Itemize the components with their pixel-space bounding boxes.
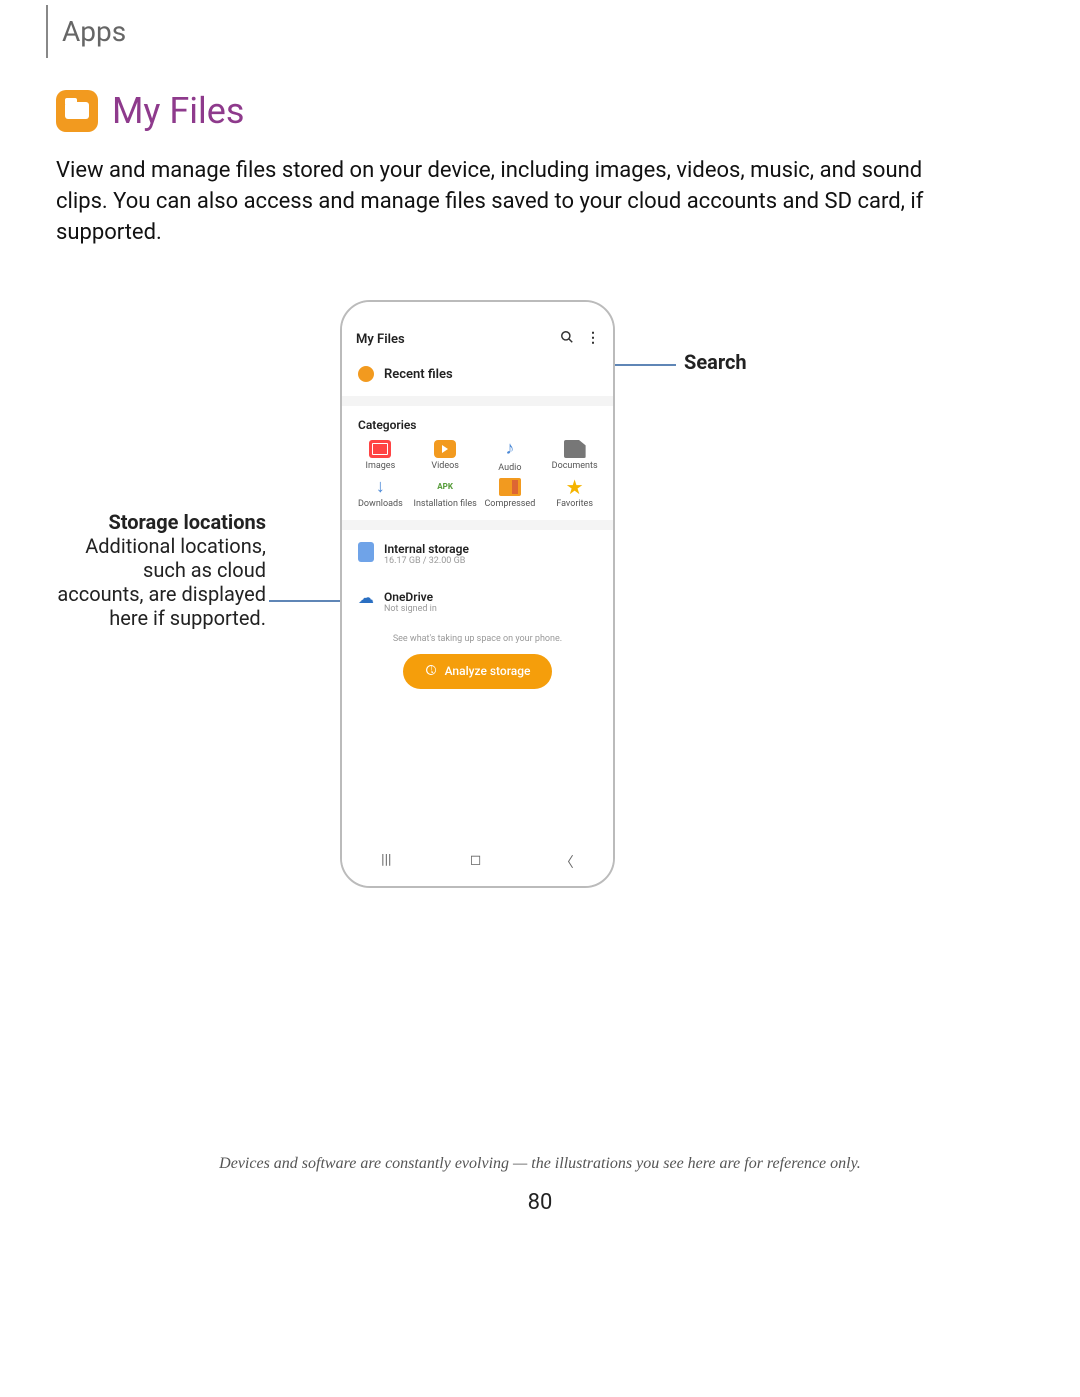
storage-subtext: Not signed in <box>384 604 437 614</box>
category-label: Compressed <box>478 500 543 510</box>
analyze-icon <box>425 664 437 679</box>
category-label: Videos <box>413 462 478 472</box>
category-label: Downloads <box>348 500 413 510</box>
category-label: Images <box>348 462 413 472</box>
compressed-icon <box>499 478 521 496</box>
downloads-icon: ↓ <box>369 478 391 496</box>
storage-callout: Storage locations Additional locations, … <box>56 510 266 630</box>
category-label: Favorites <box>542 500 607 510</box>
storage-name: Internal storage <box>384 542 469 556</box>
category-documents[interactable]: Documents <box>542 440 607 474</box>
audio-icon: ♪ <box>502 440 518 460</box>
analyze-storage-button[interactable]: Analyze storage <box>403 654 553 689</box>
section-description: View and manage files stored on your dev… <box>56 156 956 248</box>
phone-mockup: My Files ⋮ Recent files Categories Image… <box>340 300 615 888</box>
category-label: Audio <box>478 464 543 474</box>
category-label: Installation files <box>413 500 478 510</box>
analyze-hint: See what's taking up space on your phone… <box>342 634 613 644</box>
recent-files-row[interactable]: Recent files <box>342 356 613 396</box>
favorites-icon: ★ <box>564 478 586 496</box>
category-favorites[interactable]: ★ Favorites <box>542 478 607 510</box>
breadcrumb: Apps <box>46 5 126 58</box>
page-number: 80 <box>0 1190 1080 1215</box>
category-downloads[interactable]: ↓ Downloads <box>348 478 413 510</box>
storage-subtext: 16.17 GB / 32.00 GB <box>384 556 469 566</box>
analyze-button-label: Analyze storage <box>445 664 531 678</box>
storage-internal[interactable]: Internal storage 16.17 GB / 32.00 GB <box>342 530 613 578</box>
storage-callout-title: Storage locations <box>108 510 266 534</box>
clock-icon <box>358 366 374 382</box>
storage-onedrive[interactable]: ☁ OneDrive Not signed in <box>342 578 613 626</box>
images-icon <box>369 440 391 458</box>
documents-icon <box>564 440 586 458</box>
nav-recents-icon[interactable]: ||| <box>365 844 407 880</box>
apk-icon: APK <box>434 478 456 496</box>
nav-back-icon[interactable]: 〈 <box>544 844 590 880</box>
footer-note: Devices and software are constantly evol… <box>0 1155 1080 1173</box>
search-icon[interactable] <box>560 330 574 348</box>
category-videos[interactable]: Videos <box>413 440 478 474</box>
storage-callout-body: Additional locations, such as cloud acco… <box>57 534 266 630</box>
videos-icon <box>434 440 456 458</box>
category-images[interactable]: Images <box>348 440 413 474</box>
nav-home-icon[interactable]: ◻ <box>454 844 498 880</box>
storage-name: OneDrive <box>384 590 437 604</box>
category-label: Documents <box>542 462 607 472</box>
category-audio[interactable]: ♪ Audio <box>478 440 543 474</box>
internal-storage-icon <box>358 542 374 562</box>
category-compressed[interactable]: Compressed <box>478 478 543 510</box>
more-options-icon[interactable]: ⋮ <box>586 330 599 348</box>
recent-files-label: Recent files <box>384 367 453 382</box>
onedrive-icon: ☁ <box>358 590 374 610</box>
my-files-app-icon <box>56 90 98 132</box>
category-installation-files[interactable]: APK Installation files <box>413 478 478 510</box>
search-callout: Search <box>684 350 747 374</box>
section-title: My Files <box>112 90 244 132</box>
categories-heading: Categories <box>342 406 613 440</box>
app-title: My Files <box>356 332 405 347</box>
